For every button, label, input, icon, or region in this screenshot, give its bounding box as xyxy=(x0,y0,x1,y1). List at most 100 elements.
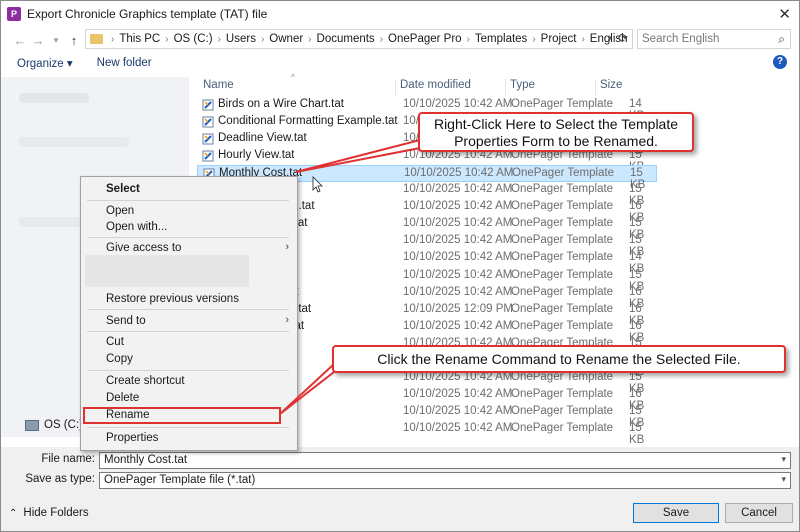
organize-button[interactable]: Organize ▾ xyxy=(17,56,73,70)
file-date-cell: 10/10/2025 10:42 AM xyxy=(403,285,513,298)
file-type-cell: OnePager Template xyxy=(511,319,614,332)
refresh-icon[interactable]: ⟳ xyxy=(618,31,628,45)
chevron-down-icon[interactable]: ▾ xyxy=(781,474,786,485)
menu-separator xyxy=(87,427,289,428)
menu-separator xyxy=(87,200,289,201)
menu-item-properties[interactable]: Properties xyxy=(106,432,158,444)
file-date-cell: 10/10/2025 10:42 AM xyxy=(403,268,513,281)
column-header-size[interactable]: Size xyxy=(595,79,622,95)
breadcrumb-project[interactable]: Project xyxy=(541,33,577,45)
chevron-right-icon: › xyxy=(532,33,536,45)
menu-item-cut[interactable]: Cut xyxy=(106,336,124,348)
help-icon[interactable]: ? xyxy=(773,55,787,69)
folder-icon xyxy=(90,34,103,44)
file-date-cell: 10/10/2025 10:42 AM xyxy=(403,251,513,264)
chevron-right-icon: › xyxy=(379,33,384,45)
menu-separator xyxy=(87,309,289,310)
chevron-right-icon: › xyxy=(111,33,115,45)
file-date-cell: 10/10/2025 10:42 AM xyxy=(403,234,513,247)
menu-separator xyxy=(87,331,289,332)
file-date-cell: 10/10/2025 10:42 AM xyxy=(403,421,513,434)
command-toolbar: Organize ▾ New folder ? xyxy=(1,53,799,73)
hide-folders-label: Hide Folders xyxy=(23,507,89,519)
menu-item-send-to[interactable]: Send to xyxy=(106,315,146,327)
file-size-cell: 15 KB xyxy=(629,421,645,446)
drive-icon xyxy=(25,419,39,431)
sort-ascending-icon: ^ xyxy=(291,73,295,82)
chevron-right-icon: › xyxy=(260,33,265,45)
breadcrumb-this-pc[interactable]: This PC xyxy=(119,33,160,45)
file-date-cell: 10/10/2025 10:42 AM xyxy=(403,200,513,213)
breadcrumb-owner[interactable]: Owner xyxy=(269,33,303,45)
blurred-nav-item xyxy=(19,137,129,147)
menu-item-create-shortcut[interactable]: Create shortcut xyxy=(106,375,185,387)
address-bar[interactable]: › This PC › OS (C:) › Users › Owner › Do… xyxy=(85,29,633,49)
up-arrow-icon[interactable]: ↑ xyxy=(65,33,83,48)
window-title: Export Chronicle Graphics template (TAT)… xyxy=(27,7,268,21)
onepager-file-icon xyxy=(202,150,214,162)
file-type-cell: OnePager Template xyxy=(511,98,614,110)
menu-item-open-with[interactable]: Open with... xyxy=(106,221,167,233)
file-date-cell: 10/10/2025 10:42 AM xyxy=(403,319,513,332)
address-dropdown-icon[interactable]: ▾ xyxy=(607,33,612,44)
menu-item-open[interactable]: Open xyxy=(106,205,134,217)
blurred-nav-item xyxy=(19,93,89,103)
breadcrumb-templates[interactable]: Templates xyxy=(475,33,527,45)
search-input[interactable]: Search English ⌕ xyxy=(637,29,791,49)
cancel-button[interactable]: Cancel xyxy=(725,503,793,523)
callout-rename: Click the Rename Command to Rename the S… xyxy=(332,345,786,373)
breadcrumb-os-c[interactable]: OS (C:) xyxy=(174,33,213,45)
navigation-bar: ← → ▾ ↑ › This PC › OS (C:) › Users › Ow… xyxy=(1,29,799,51)
menu-separator xyxy=(87,237,289,238)
menu-item-delete[interactable]: Delete xyxy=(106,392,139,404)
callout-right-click: Right-Click Here to Select the Template … xyxy=(418,112,694,152)
file-date-cell: 10/10/2025 10:42 AM xyxy=(403,404,513,417)
onepager-file-icon xyxy=(202,133,214,145)
file-name-cell: Birds on a Wire Chart.tat xyxy=(218,98,344,110)
file-date-cell: 10/10/2025 10:42 AM xyxy=(403,217,513,230)
breadcrumb-users[interactable]: Users xyxy=(226,33,256,45)
file-type-cell: OnePager Template xyxy=(512,167,615,180)
menu-item-select[interactable]: Select xyxy=(106,183,140,195)
chevron-down-icon[interactable]: ▾ xyxy=(781,454,786,465)
file-name-cell: Deadline View.tat xyxy=(218,132,307,145)
nav-item-os-drive[interactable]: OS (C:) xyxy=(25,419,83,431)
hide-folders-toggle[interactable]: ⌃ Hide Folders xyxy=(9,507,89,519)
menu-item-rename[interactable]: Rename xyxy=(106,409,149,421)
column-header-type[interactable]: Type xyxy=(505,79,535,95)
close-icon[interactable]: ✕ xyxy=(778,5,791,23)
file-name-input[interactable]: Monthly Cost.tat ▾ xyxy=(99,452,791,469)
save-as-type-value: OnePager Template file (*.tat) xyxy=(104,474,256,486)
forward-arrow-icon[interactable]: → xyxy=(29,33,47,48)
file-type-cell: OnePager Template xyxy=(511,200,614,213)
onepager-file-icon xyxy=(202,116,214,128)
new-folder-button[interactable]: New folder xyxy=(97,57,152,69)
breadcrumb-onepager-pro[interactable]: OnePager Pro xyxy=(388,33,462,45)
onepager-app-icon: P xyxy=(7,7,21,21)
search-icon: ⌕ xyxy=(778,32,785,46)
breadcrumb-documents[interactable]: Documents xyxy=(317,33,375,45)
file-type-cell: OnePager Template xyxy=(511,387,614,400)
menu-item-give-access[interactable]: Give access to xyxy=(106,242,181,254)
back-arrow-icon[interactable]: ← xyxy=(11,33,29,48)
blurred-menu-item xyxy=(85,255,249,287)
save-button[interactable]: Save xyxy=(633,503,719,523)
nav-item-label: OS (C:) xyxy=(44,419,83,431)
column-header-name[interactable]: Name xyxy=(203,79,234,95)
recent-locations-chevron-icon[interactable]: ▾ xyxy=(47,35,65,46)
file-name-cell: Hourly View.tat xyxy=(218,149,295,162)
menu-item-restore-previous-versions[interactable]: Restore previous versions xyxy=(106,293,239,305)
onepager-file-icon xyxy=(202,99,214,111)
menu-item-copy[interactable]: Copy xyxy=(106,353,133,365)
file-name-cell: Conditional Formatting Example.tat xyxy=(218,115,398,128)
file-type-cell: OnePager Template xyxy=(511,285,614,298)
column-header-date[interactable]: Date modified xyxy=(395,79,471,95)
save-as-type-select[interactable]: OnePager Template file (*.tat) ▾ xyxy=(99,472,791,489)
submenu-arrow-icon: › xyxy=(285,314,289,326)
search-placeholder: Search English xyxy=(642,33,720,45)
column-headers: ^ Name Date modified Type Size xyxy=(197,73,657,95)
save-options-panel: File name: Monthly Cost.tat ▾ Save as ty… xyxy=(1,447,799,531)
submenu-arrow-icon: › xyxy=(285,241,289,253)
file-date-cell: 10/10/2025 12:09 PM xyxy=(403,302,513,315)
save-as-type-label: Save as type: xyxy=(25,473,95,485)
